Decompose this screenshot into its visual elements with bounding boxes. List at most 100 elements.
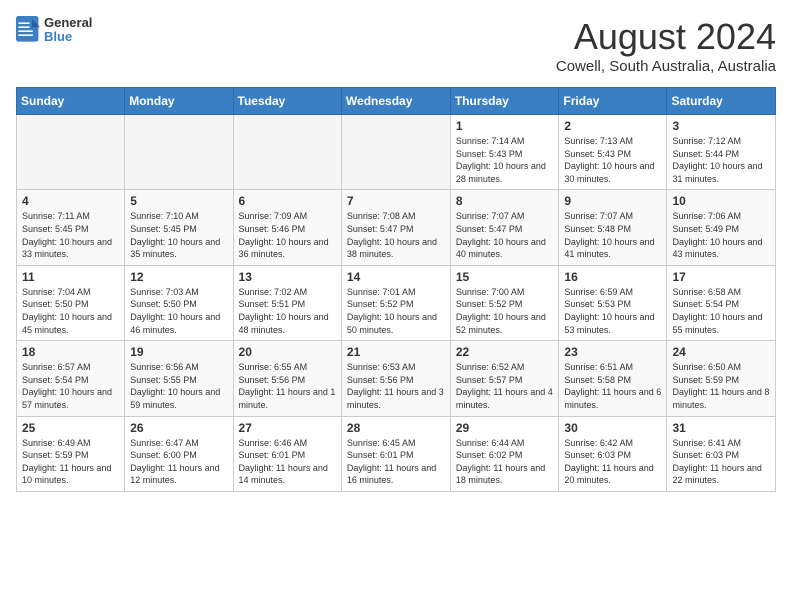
logo-line2: Blue — [44, 30, 92, 44]
day-number: 5 — [130, 194, 227, 208]
calendar-cell: 15 Sunrise: 7:00 AMSunset: 5:52 PMDayligh… — [450, 265, 559, 340]
calendar-cell: 16 Sunrise: 6:59 AMSunset: 5:53 PMDayligh… — [559, 265, 667, 340]
day-info: Sunrise: 6:46 AMSunset: 6:01 PMDaylight:… — [239, 437, 336, 487]
day-info: Sunrise: 6:59 AMSunset: 5:53 PMDaylight:… — [564, 286, 661, 336]
day-info: Sunrise: 7:01 AMSunset: 5:52 PMDaylight:… — [347, 286, 445, 336]
day-header-tuesday: Tuesday — [233, 88, 341, 115]
day-info: Sunrise: 6:41 AMSunset: 6:03 PMDaylight:… — [672, 437, 770, 487]
calendar-cell: 5 Sunrise: 7:10 AMSunset: 5:45 PMDaylight… — [125, 190, 233, 265]
logo-text: General Blue — [44, 16, 92, 45]
calendar-week-3: 11 Sunrise: 7:04 AMSunset: 5:50 PMDayligh… — [17, 265, 776, 340]
calendar-cell: 11 Sunrise: 7:04 AMSunset: 5:50 PMDayligh… — [17, 265, 125, 340]
day-info: Sunrise: 6:57 AMSunset: 5:54 PMDaylight:… — [22, 361, 119, 411]
calendar-cell: 21Sunrise: 6:53 AMSunset: 5:56 PMDayligh… — [341, 341, 450, 416]
day-number: 23 — [564, 345, 661, 359]
day-header-saturday: Saturday — [667, 88, 776, 115]
calendar-cell: 6 Sunrise: 7:09 AMSunset: 5:46 PMDaylight… — [233, 190, 341, 265]
calendar-cell: 23Sunrise: 6:51 AMSunset: 5:58 PMDayligh… — [559, 341, 667, 416]
day-header-sunday: Sunday — [17, 88, 125, 115]
calendar-cell: 26Sunrise: 6:47 AMSunset: 6:00 PMDayligh… — [125, 416, 233, 491]
day-info: Sunrise: 6:58 AMSunset: 5:54 PMDaylight:… — [672, 286, 770, 336]
day-number: 22 — [456, 345, 554, 359]
day-number: 27 — [239, 421, 336, 435]
day-info: Sunrise: 6:42 AMSunset: 6:03 PMDaylight:… — [564, 437, 661, 487]
day-number: 10 — [672, 194, 770, 208]
calendar-week-5: 25 Sunrise: 6:49 AMSunset: 5:59 PMDayligh… — [17, 416, 776, 491]
day-header-monday: Monday — [125, 88, 233, 115]
day-number: 15 — [456, 270, 554, 284]
calendar-cell: 19 Sunrise: 6:56 AMSunset: 5:55 PMDayligh… — [125, 341, 233, 416]
day-number: 13 — [239, 270, 336, 284]
calendar-cell: 1 Sunrise: 7:14 AMSunset: 5:43 PMDaylight… — [450, 115, 559, 190]
day-info: Sunrise: 6:52 AMSunset: 5:57 PMDaylight:… — [456, 361, 554, 411]
day-header-friday: Friday — [559, 88, 667, 115]
day-number: 6 — [239, 194, 336, 208]
day-info: Sunrise: 7:08 AMSunset: 5:47 PMDaylight:… — [347, 210, 445, 260]
calendar-cell: 3 Sunrise: 7:12 AMSunset: 5:44 PMDaylight… — [667, 115, 776, 190]
day-info: Sunrise: 7:10 AMSunset: 5:45 PMDaylight:… — [130, 210, 227, 260]
day-number: 16 — [564, 270, 661, 284]
calendar-week-1: 1 Sunrise: 7:14 AMSunset: 5:43 PMDaylight… — [17, 115, 776, 190]
day-info: Sunrise: 7:07 AMSunset: 5:47 PMDaylight:… — [456, 210, 554, 260]
day-number: 11 — [22, 270, 119, 284]
calendar-cell: 14 Sunrise: 7:01 AMSunset: 5:52 PMDayligh… — [341, 265, 450, 340]
day-number: 21 — [347, 345, 445, 359]
day-info: Sunrise: 7:00 AMSunset: 5:52 PMDaylight:… — [456, 286, 554, 336]
day-number: 7 — [347, 194, 445, 208]
day-number: 30 — [564, 421, 661, 435]
calendar-week-2: 4Sunrise: 7:11 AMSunset: 5:45 PMDaylight… — [17, 190, 776, 265]
day-number: 14 — [347, 270, 445, 284]
calendar-cell — [125, 115, 233, 190]
calendar-cell: 17Sunrise: 6:58 AMSunset: 5:54 PMDayligh… — [667, 265, 776, 340]
calendar-cell: 30 Sunrise: 6:42 AMSunset: 6:03 PMDayligh… — [559, 416, 667, 491]
day-number: 2 — [564, 119, 661, 133]
day-number: 28 — [347, 421, 445, 435]
calendar-cell: 22 Sunrise: 6:52 AMSunset: 5:57 PMDayligh… — [450, 341, 559, 416]
day-info: Sunrise: 7:13 AMSunset: 5:43 PMDaylight:… — [564, 135, 661, 185]
day-info: Sunrise: 7:03 AMSunset: 5:50 PMDaylight:… — [130, 286, 227, 336]
calendar-cell: 28Sunrise: 6:45 AMSunset: 6:01 PMDayligh… — [341, 416, 450, 491]
logo: General Blue — [16, 16, 92, 45]
logo-icon — [16, 16, 40, 44]
day-number: 25 — [22, 421, 119, 435]
day-number: 3 — [672, 119, 770, 133]
calendar-header-row: SundayMondayTuesdayWednesdayThursdayFrid… — [17, 88, 776, 115]
day-header-thursday: Thursday — [450, 88, 559, 115]
day-number: 1 — [456, 119, 554, 133]
day-info: Sunrise: 7:12 AMSunset: 5:44 PMDaylight:… — [672, 135, 770, 185]
day-info: Sunrise: 7:09 AMSunset: 5:46 PMDaylight:… — [239, 210, 336, 260]
day-info: Sunrise: 6:56 AMSunset: 5:55 PMDaylight:… — [130, 361, 227, 411]
calendar-cell: 12Sunrise: 7:03 AMSunset: 5:50 PMDayligh… — [125, 265, 233, 340]
day-info: Sunrise: 6:47 AMSunset: 6:00 PMDaylight:… — [130, 437, 227, 487]
day-info: Sunrise: 7:06 AMSunset: 5:49 PMDaylight:… — [672, 210, 770, 260]
calendar-cell: 31 Sunrise: 6:41 AMSunset: 6:03 PMDayligh… — [667, 416, 776, 491]
calendar-cell: 25 Sunrise: 6:49 AMSunset: 5:59 PMDayligh… — [17, 416, 125, 491]
calendar-cell — [233, 115, 341, 190]
calendar-cell: 7 Sunrise: 7:08 AMSunset: 5:47 PMDaylight… — [341, 190, 450, 265]
calendar-cell: 27 Sunrise: 6:46 AMSunset: 6:01 PMDayligh… — [233, 416, 341, 491]
calendar-cell: 9 Sunrise: 7:07 AMSunset: 5:48 PMDaylight… — [559, 190, 667, 265]
day-info: Sunrise: 7:04 AMSunset: 5:50 PMDaylight:… — [22, 286, 119, 336]
calendar-cell — [341, 115, 450, 190]
day-number: 9 — [564, 194, 661, 208]
day-info: Sunrise: 6:55 AMSunset: 5:56 PMDaylight:… — [239, 361, 336, 411]
calendar-cell: 2 Sunrise: 7:13 AMSunset: 5:43 PMDaylight… — [559, 115, 667, 190]
calendar-cell: 13 Sunrise: 7:02 AMSunset: 5:51 PMDayligh… — [233, 265, 341, 340]
calendar-cell: 18Sunrise: 6:57 AMSunset: 5:54 PMDayligh… — [17, 341, 125, 416]
day-header-wednesday: Wednesday — [341, 88, 450, 115]
day-info: Sunrise: 7:14 AMSunset: 5:43 PMDaylight:… — [456, 135, 554, 185]
day-info: Sunrise: 6:49 AMSunset: 5:59 PMDaylight:… — [22, 437, 119, 487]
calendar-cell: 10 Sunrise: 7:06 AMSunset: 5:49 PMDayligh… — [667, 190, 776, 265]
day-info: Sunrise: 7:02 AMSunset: 5:51 PMDaylight:… — [239, 286, 336, 336]
day-info: Sunrise: 7:11 AMSunset: 5:45 PMDaylight:… — [22, 210, 119, 260]
calendar: SundayMondayTuesdayWednesdayThursdayFrid… — [16, 87, 776, 492]
location-title: Cowell, South Australia, Australia — [556, 58, 776, 75]
header: General Blue August 2024 Cowell, South A… — [16, 16, 776, 75]
calendar-cell — [17, 115, 125, 190]
day-info: Sunrise: 6:44 AMSunset: 6:02 PMDaylight:… — [456, 437, 554, 487]
day-number: 31 — [672, 421, 770, 435]
calendar-cell: 4Sunrise: 7:11 AMSunset: 5:45 PMDaylight… — [17, 190, 125, 265]
day-info: Sunrise: 7:07 AMSunset: 5:48 PMDaylight:… — [564, 210, 661, 260]
calendar-cell: 24Sunrise: 6:50 AMSunset: 5:59 PMDayligh… — [667, 341, 776, 416]
day-number: 19 — [130, 345, 227, 359]
